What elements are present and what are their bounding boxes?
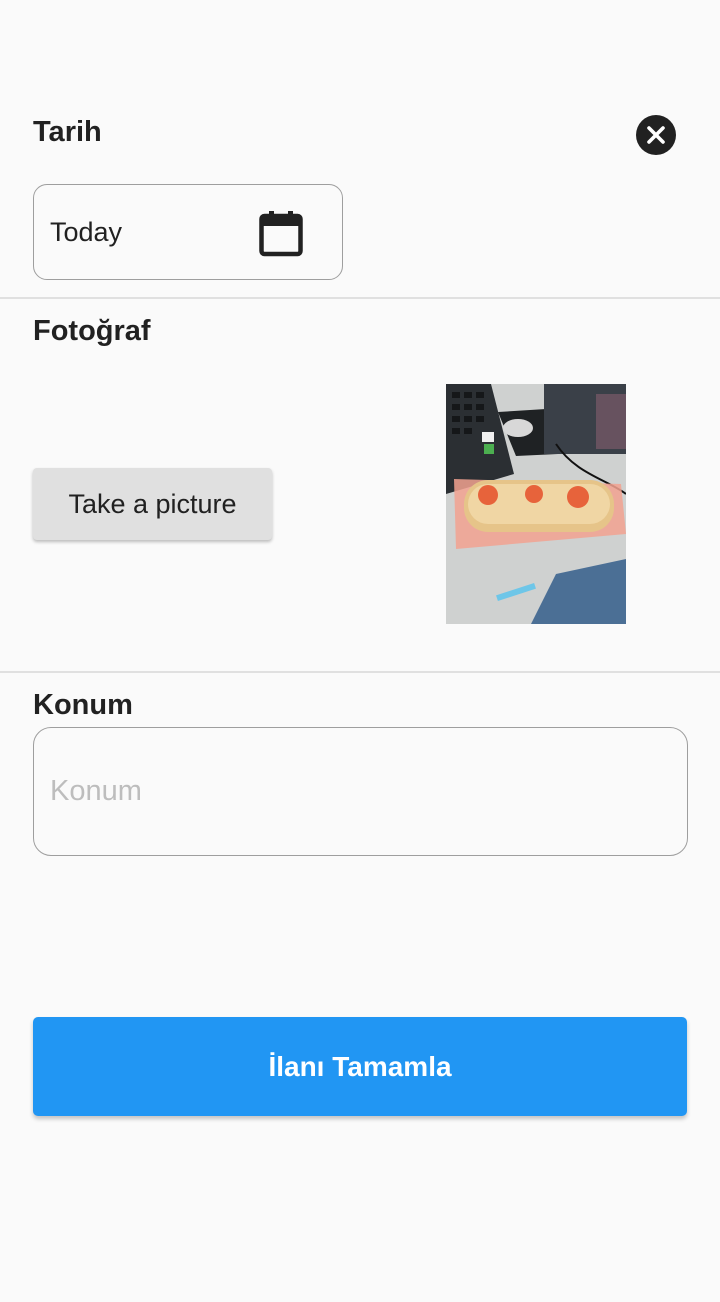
date-value: Today [50,216,123,247]
date-section-title: Tarih [33,116,102,148]
take-picture-button[interactable]: Take a picture [33,468,272,540]
location-input[interactable] [33,727,688,856]
photo-section-title: Fotoğraf [33,315,151,347]
calendar-icon[interactable] [259,209,303,257]
close-icon [647,126,665,144]
create-listing-screen: Tarih Today Fotoğraf Take a picture Konu… [0,0,720,1302]
date-picker-field[interactable]: Today [33,184,343,280]
photo-preview [446,384,626,624]
close-button[interactable] [636,115,676,155]
location-section-title: Konum [33,689,133,721]
complete-listing-button[interactable]: İlanı Tamamla [33,1017,687,1116]
divider [0,671,720,673]
divider [0,297,720,299]
